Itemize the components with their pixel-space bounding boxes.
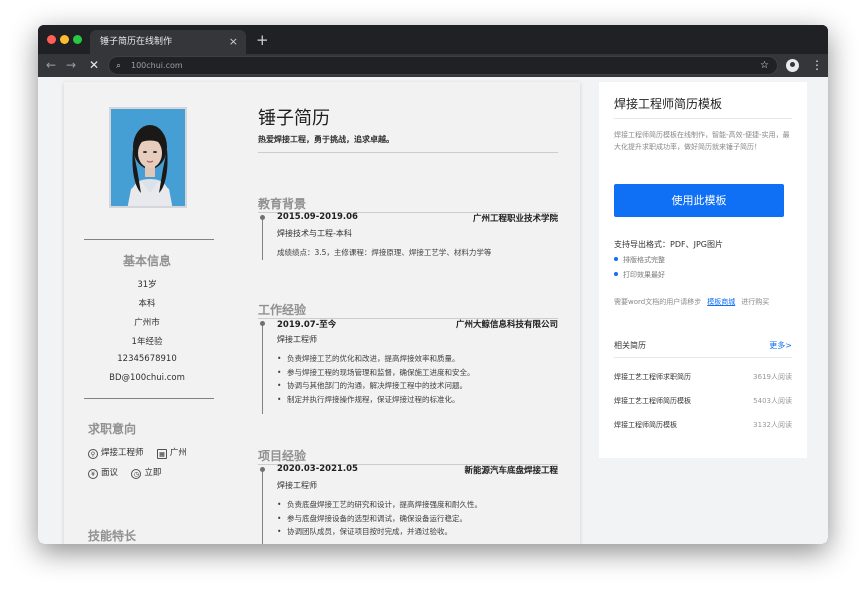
browser-window: 锤子简历在线制作 × + ← → ✕ ⌕ 100chui.com ☆ ⋮ 基本信… xyxy=(38,25,828,544)
maximize-window-button[interactable] xyxy=(73,35,82,44)
list-item: 协调与其他部门的沟通，解决焊接工程中的技术问题。 xyxy=(277,379,475,393)
timeline-dot xyxy=(260,215,265,220)
project-bullets: 负责底盘焊接工艺的研究和设计，提高焊接强度和耐久性。 参与底盘焊接设备的选型和调… xyxy=(277,498,482,539)
intent-availability: 立即 xyxy=(144,468,162,478)
browser-toolbar: ← → ✕ ⌕ 100chui.com ☆ ⋮ xyxy=(38,54,828,77)
browser-menu-icon[interactable]: ⋮ xyxy=(811,56,823,74)
close-window-button[interactable] xyxy=(47,35,56,44)
related-title[interactable]: 焊接工艺工程师简历模板 xyxy=(614,397,691,405)
clock-icon: ◷ xyxy=(131,469,142,479)
more-link[interactable]: 更多> xyxy=(769,340,792,351)
divider xyxy=(614,118,792,119)
back-button[interactable]: ← xyxy=(46,57,56,73)
address-bar[interactable]: ⌕ 100chui.com ☆ xyxy=(108,56,778,75)
salary-icon: ¥ xyxy=(88,469,98,479)
feature-item: 打印效果最好 xyxy=(614,270,665,280)
divider xyxy=(84,239,214,240)
related-item[interactable]: 焊接工程师简历模板 3132人阅读 xyxy=(614,420,792,430)
list-item: 负责焊接工艺的优化和改进，提高焊接效率和质量。 xyxy=(277,352,475,366)
related-item[interactable]: 焊接工艺工程师求职简历 3619人阅读 xyxy=(614,372,792,382)
list-item: 参与底盘焊接设备的选型和调试，确保设备运行稳定。 xyxy=(277,512,482,526)
basic-degree: 本科 xyxy=(138,299,156,309)
search-icon: ⌕ xyxy=(116,61,122,71)
word-note: 需要word文档的用户请移步 模板商城 进行购买 xyxy=(614,297,769,307)
tab-title: 锤子简历在线制作 xyxy=(100,37,173,47)
bookmark-star-icon[interactable]: ☆ xyxy=(760,57,769,74)
project-heading: 项目经验 xyxy=(258,449,307,463)
resume-motto: 热爱焊接工程，勇于挑战，追求卓越。 xyxy=(258,135,394,144)
template-description: 焊接工程师简历模板在线制作，智能-高效-便捷-实用，最大化提升求职成功率，做好简… xyxy=(614,131,790,151)
divider xyxy=(258,152,558,153)
stop-loading-button[interactable]: ✕ xyxy=(89,57,99,73)
timeline-line xyxy=(262,468,263,544)
related-title[interactable]: 焊接工程师简历模板 xyxy=(614,421,677,429)
tab-bar: 锤子简历在线制作 × + xyxy=(38,25,828,54)
intent-row-2: ¥ 面议 ◷ 立即 xyxy=(88,466,161,479)
basic-age: 31岁 xyxy=(137,280,157,290)
related-title[interactable]: 焊接工艺工程师求职简历 xyxy=(614,373,691,381)
template-title: 焊接工程师简历模板 xyxy=(614,97,723,111)
briefcase-icon: ⚲ xyxy=(88,449,98,459)
profile-avatar-icon[interactable] xyxy=(786,59,799,72)
minimize-window-button[interactable] xyxy=(60,35,69,44)
skills-heading: 技能特长 xyxy=(88,529,137,543)
tab-close-icon[interactable]: × xyxy=(229,30,238,54)
basic-phone: 12345678910 xyxy=(117,354,177,364)
new-tab-button[interactable]: + xyxy=(256,30,269,50)
work-company: 广州大鲸信息科技有限公司 xyxy=(455,320,558,330)
edu-major: 焊接技术与工程-本科 xyxy=(277,229,352,238)
divider xyxy=(84,398,214,399)
building-icon: ▦ xyxy=(156,449,167,459)
project-name: 新能源汽车底盘焊接工程 xyxy=(464,466,558,476)
work-date: 2019.07-至今 xyxy=(277,320,337,330)
basic-city: 广州市 xyxy=(134,318,160,328)
url-text[interactable]: 100chui.com xyxy=(131,57,183,74)
list-item: 制定并执行焊接操作规程，保证焊接过程的标准化。 xyxy=(277,393,475,407)
related-reads: 3619人阅读 xyxy=(753,373,792,381)
work-bullets: 负责焊接工艺的优化和改进，提高焊接效率和质量。 参与焊接工程的现场管理和监督，确… xyxy=(277,352,475,406)
intent-position: 焊接工程师 xyxy=(101,448,144,458)
export-formats: 支持导出格式：PDF、JPG图片 xyxy=(614,240,723,249)
list-item: 负责底盘焊接工艺的研究和设计，提高焊接强度和耐久性。 xyxy=(277,498,482,512)
forward-button[interactable]: → xyxy=(66,57,76,73)
resume-name: 锤子简历 xyxy=(258,108,330,129)
template-sidebar: 焊接工程师简历模板 焊接工程师简历模板在线制作，智能-高效-便捷-实用，最大化提… xyxy=(599,82,807,458)
project-role: 焊接工程师 xyxy=(277,481,317,490)
intent-salary: 面议 xyxy=(101,468,119,478)
related-reads: 5403人阅读 xyxy=(753,397,792,405)
template-mall-link[interactable]: 模板商城 xyxy=(707,298,735,306)
related-item[interactable]: 焊接工艺工程师简历模板 5403人阅读 xyxy=(614,396,792,406)
timeline-line xyxy=(262,216,263,260)
timeline-line xyxy=(262,322,263,414)
word-note-suffix: 进行购买 xyxy=(741,298,770,306)
project-date: 2020.03-2021.05 xyxy=(277,464,358,474)
work-role: 焊接工程师 xyxy=(277,335,317,344)
page-content: 基本信息 31岁 本科 广州市 1年经验 12345678910 BD@100c… xyxy=(38,77,828,544)
job-intent-heading: 求职意向 xyxy=(88,422,137,436)
browser-tab[interactable]: 锤子简历在线制作 × xyxy=(90,30,246,54)
feature-item: 排版格式完整 xyxy=(614,255,665,265)
education-heading: 教育背景 xyxy=(258,197,307,211)
basic-experience: 1年经验 xyxy=(131,337,163,347)
work-heading: 工作经验 xyxy=(258,303,307,317)
timeline-dot xyxy=(260,467,265,472)
related-heading: 相关简历 xyxy=(614,341,646,350)
edu-school: 广州工程职业技术学院 xyxy=(472,214,558,224)
resume-left-column: 基本信息 31岁 本科 广州市 1年经验 12345678910 BD@100c… xyxy=(64,82,246,544)
related-reads: 3132人阅读 xyxy=(753,421,792,429)
divider xyxy=(614,357,792,358)
edu-detail: 成绩绩点：3.5，主修课程：焊接原理、焊接工艺学、材料力学等 xyxy=(277,248,492,257)
intent-city: 广州 xyxy=(169,448,187,458)
basic-email: BD@100chui.com xyxy=(109,373,185,383)
list-item: 参与焊接工程的现场管理和监督，确保施工进度和安全。 xyxy=(277,366,475,380)
edu-date: 2015.09-2019.06 xyxy=(277,212,358,222)
use-template-button[interactable]: 使用此模板 xyxy=(614,184,784,217)
resume-preview: 基本信息 31岁 本科 广州市 1年经验 12345678910 BD@100c… xyxy=(64,82,580,544)
intent-row-1: ⚲ 焊接工程师 ▦ 广州 xyxy=(88,446,187,459)
basic-info-heading: 基本信息 xyxy=(122,254,171,268)
profile-photo xyxy=(109,107,187,208)
timeline-dot xyxy=(260,321,265,326)
list-item: 协调团队成员，保证项目按时完成，并通过验收。 xyxy=(277,525,482,539)
word-note-text: 需要word文档的用户请移步 xyxy=(614,298,702,306)
